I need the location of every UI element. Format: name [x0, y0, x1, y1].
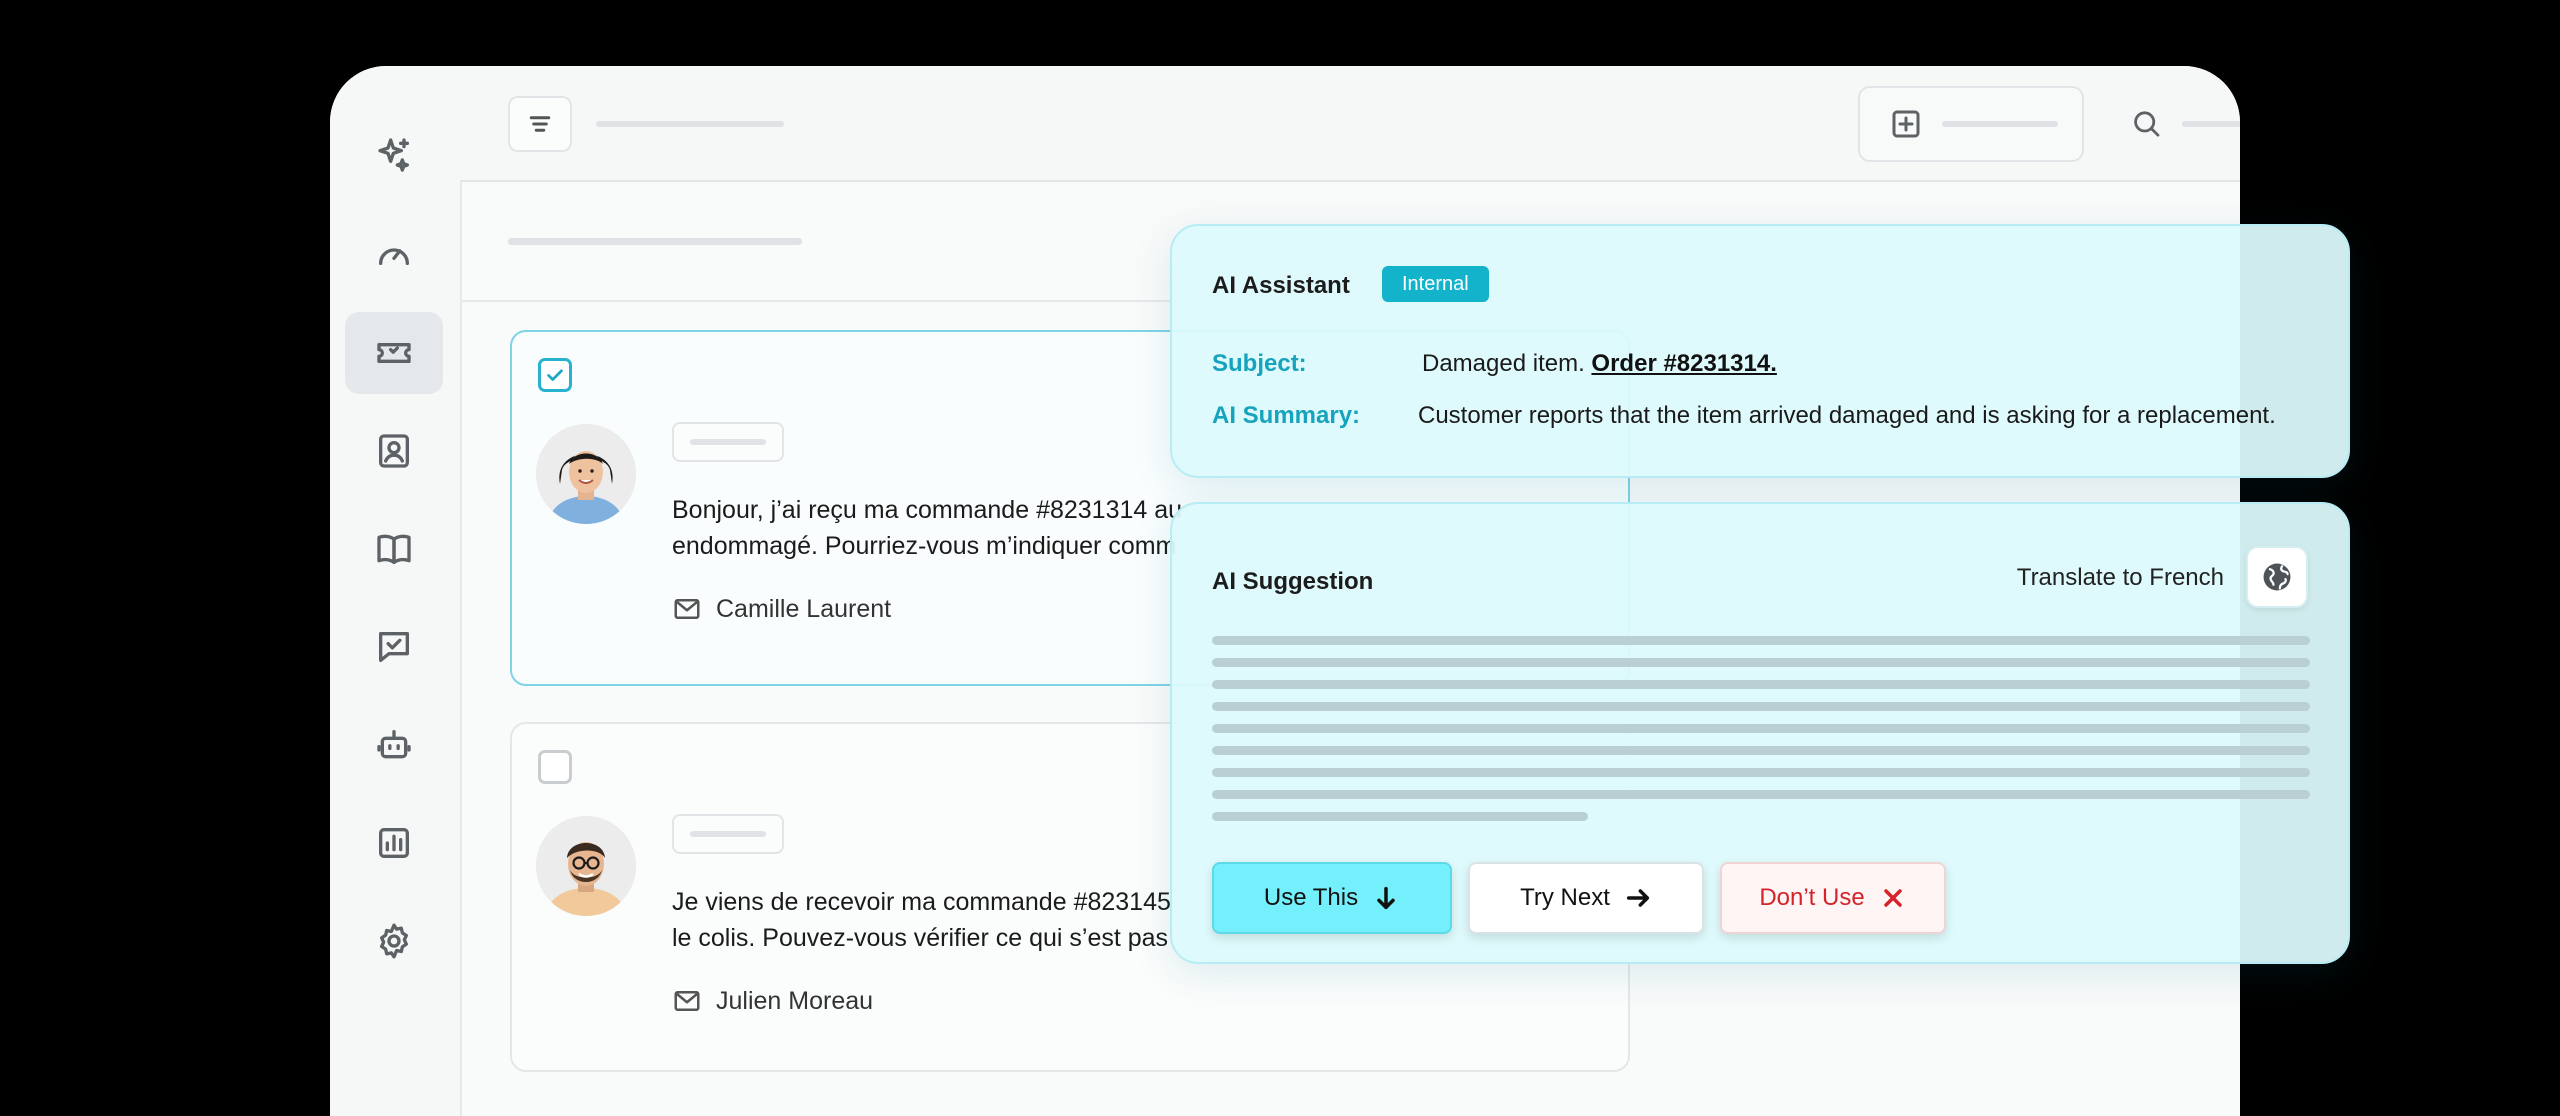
subject-value: Damaged item. Order #8231314. [1422, 350, 1777, 378]
suggestion-text-placeholder [1212, 768, 2310, 777]
arrow-down-icon [1377, 886, 1395, 910]
sidebar-item-contacts[interactable] [345, 410, 443, 492]
top-bar [460, 66, 2240, 182]
avatar-man-image [536, 816, 636, 916]
menu-button[interactable] [508, 96, 572, 152]
try-next-button[interactable]: Try Next [1468, 862, 1704, 934]
sidebar-item-dashboard[interactable] [345, 214, 443, 296]
sidebar-item-reports[interactable] [345, 802, 443, 884]
speedometer-icon [379, 248, 409, 265]
contact-card-icon [379, 434, 409, 468]
suggestion-text-placeholder [1212, 658, 2310, 667]
check-icon [547, 369, 563, 381]
message-check-icon [379, 632, 409, 662]
order-link[interactable]: Order #8231314. [1591, 350, 1776, 377]
suggestion-text-placeholder [1212, 636, 2310, 645]
ai-assistant-title: AI Assistant [1212, 272, 1350, 299]
close-icon [1883, 889, 1902, 907]
dont-use-button[interactable]: Don’t Use [1720, 862, 1946, 934]
suggestion-text-placeholder [1212, 812, 1588, 821]
translate-label: Translate to French [2016, 564, 2224, 591]
sidebar-item-bots[interactable] [345, 704, 443, 786]
ai-suggestion-title: AI Suggestion [1212, 568, 1374, 595]
sidebar-item-reviews[interactable] [345, 606, 443, 688]
arrow-right-icon [1626, 889, 1649, 907]
create-label-placeholder [1942, 121, 2058, 127]
ticket-tag-placeholder [672, 814, 784, 854]
globe-icon [2263, 563, 2291, 591]
create-button[interactable] [1858, 86, 2084, 162]
section-title-placeholder [508, 238, 802, 245]
gear-icon [380, 923, 408, 959]
subject-label: Subject: [1212, 350, 1307, 377]
suggestion-text-placeholder [1212, 702, 2310, 711]
try-next-label: Try Next [1520, 884, 1610, 911]
avatar-woman-image [536, 424, 636, 524]
ticket-sender: Julien Moreau [672, 986, 873, 1016]
menu-icon [529, 116, 551, 132]
sidebar [330, 66, 460, 1116]
dont-use-label: Don’t Use [1759, 884, 1865, 911]
use-this-button[interactable]: Use This [1212, 862, 1452, 934]
bar-chart-icon [379, 828, 409, 858]
summary-value: Customer reports that the item arrived d… [1418, 402, 2276, 429]
ticket-sender: Camille Laurent [672, 594, 891, 624]
ticket-icon [377, 343, 411, 363]
ticket-tag-placeholder [672, 422, 784, 462]
suggestion-text-placeholder [1212, 724, 2310, 733]
sidebar-item-ai[interactable] [345, 114, 443, 196]
sidebar-item-tickets[interactable] [345, 312, 443, 394]
sender-name: Julien Moreau [716, 986, 874, 1015]
avatar [536, 816, 636, 916]
suggestion-text-placeholder [1212, 680, 2310, 689]
subject-text: Damaged item. [1422, 350, 1585, 377]
use-this-label: Use This [1263, 884, 1359, 911]
ticket-checkbox[interactable] [538, 750, 572, 784]
suggestion-text-placeholder [1212, 746, 2310, 755]
sender-name: Camille Laurent [716, 594, 892, 623]
robot-icon [377, 730, 411, 759]
ai-assistant-panel: AI Assistant Internal Subject: Damaged i… [1170, 224, 2350, 478]
internal-badge: Internal [1382, 266, 1489, 302]
avatar [536, 424, 636, 524]
search-button[interactable] [2100, 86, 2240, 162]
ticket-checkbox[interactable] [538, 358, 572, 392]
search-icon [2134, 111, 2160, 137]
sidebar-item-settings[interactable] [345, 900, 443, 982]
mail-icon [674, 599, 700, 619]
plus-square-icon [1892, 110, 1920, 138]
summary-label: AI Summary: [1212, 402, 1361, 429]
translate-button[interactable] [2246, 546, 2308, 608]
search-label-placeholder [2181, 121, 2240, 127]
ai-suggestion-panel: AI Suggestion Translate to French Use Th… [1170, 502, 2350, 964]
page-title-placeholder [596, 121, 784, 127]
sparkles-icon [378, 138, 409, 172]
mail-icon [674, 991, 700, 1011]
sidebar-item-knowledge[interactable] [345, 508, 443, 590]
book-icon [377, 534, 411, 564]
suggestion-text-placeholder [1212, 790, 2310, 799]
